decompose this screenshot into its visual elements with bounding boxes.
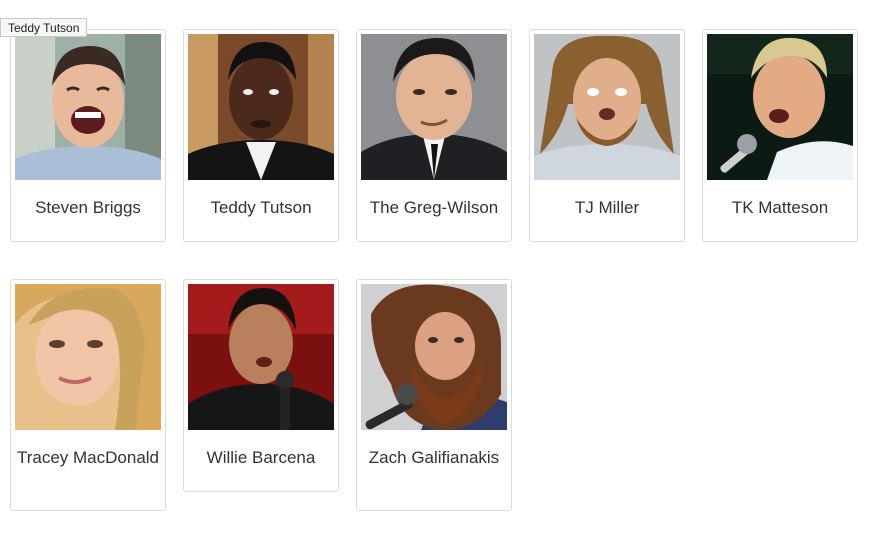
- comedian-card[interactable]: Zach Galifianakis: [356, 279, 512, 511]
- comedian-photo: [361, 34, 507, 180]
- comedian-card[interactable]: TJ Miller: [529, 29, 685, 242]
- comedian-photo: [534, 34, 680, 180]
- comedian-card[interactable]: Teddy Tutson: [183, 29, 339, 242]
- comedian-name: Tracey MacDonald: [16, 448, 160, 467]
- comedian-grid: Teddy Tutson Steven Briggs Teddy Tutson …: [0, 0, 872, 536]
- comedian-name: Willie Barcena: [206, 448, 316, 467]
- comedian-card[interactable]: Willie Barcena: [183, 279, 339, 492]
- comedian-card[interactable]: Tracey MacDonald: [10, 279, 166, 511]
- comedian-photo: [15, 284, 161, 430]
- comedian-name: TK Matteson: [731, 198, 829, 217]
- comedian-name: Steven Briggs: [35, 198, 141, 217]
- comedian-photo: [188, 34, 334, 180]
- comedian-photo: [188, 284, 334, 430]
- comedian-name: The Greg-Wilson: [369, 198, 499, 217]
- comedian-photo: [707, 34, 853, 180]
- comedian-photo: [361, 284, 507, 430]
- comedian-name: TJ Miller: [574, 198, 640, 217]
- comedian-card[interactable]: TK Matteson: [702, 29, 858, 242]
- comedian-card[interactable]: Steven Briggs: [10, 29, 166, 242]
- comedian-name: Teddy Tutson: [210, 198, 312, 217]
- comedian-card[interactable]: The Greg-Wilson: [356, 29, 512, 242]
- comedian-name: Zach Galifianakis: [368, 448, 500, 467]
- comedian-photo: [15, 34, 161, 180]
- tooltip: Teddy Tutson: [0, 18, 88, 37]
